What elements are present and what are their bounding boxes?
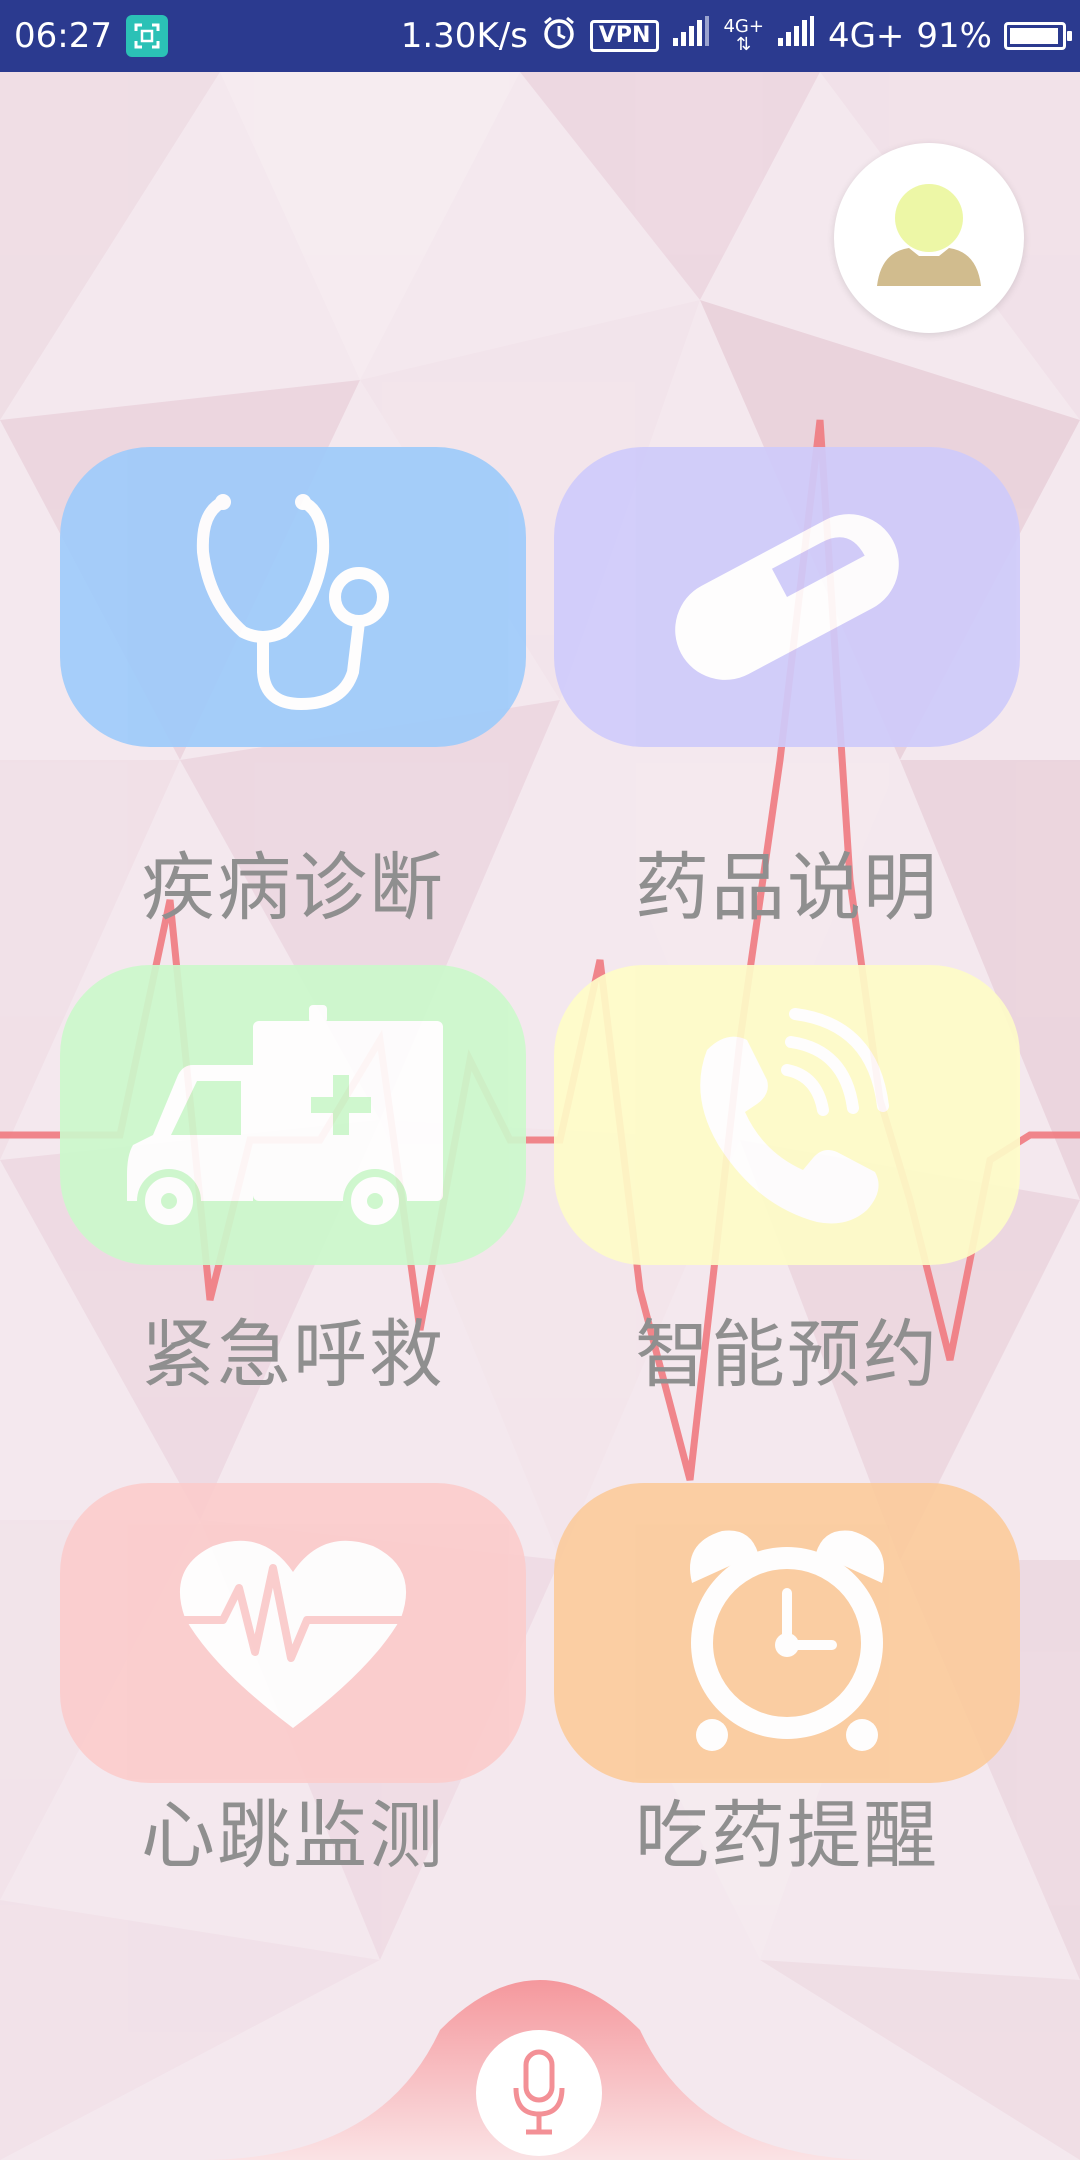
vpn-indicator: VPN: [589, 20, 660, 52]
alarm-icon: [540, 13, 578, 60]
network-speed: 1.30K/s: [400, 16, 528, 56]
status-bar: 06:27 1.30K/s VPN 4G+ ⇅ 4G+ 91%: [0, 0, 1080, 72]
tile-label-emergency-call: 紧急呼救: [141, 1312, 445, 1398]
signal-strength-icon: [671, 15, 711, 57]
screenshot-app-icon: [125, 15, 168, 57]
battery-percent: 91%: [916, 16, 992, 56]
pill-icon: [675, 514, 899, 680]
alarm-clock-icon: [690, 1530, 884, 1751]
tile-disease-diagnosis[interactable]: [60, 447, 526, 747]
tile-label-drug-instructions: 药品说明: [635, 845, 939, 931]
user-avatar-icon: [877, 184, 981, 286]
data-arrows-icon: ⇅: [736, 34, 752, 55]
microphone-icon: [513, 2049, 565, 2135]
tile-label-medication-reminder: 吃药提醒: [635, 1793, 939, 1879]
heartbeat-icon: [179, 1540, 407, 1728]
signal-strength-icon-2: [776, 15, 816, 57]
ambulance-icon: [127, 1005, 443, 1225]
tile-drug-instructions[interactable]: [554, 447, 1020, 747]
status-time: 06:27: [14, 16, 112, 56]
tile-medication-reminder[interactable]: [554, 1483, 1020, 1783]
tile-emergency-call[interactable]: [60, 965, 526, 1265]
user-avatar-button[interactable]: [834, 143, 1024, 333]
tile-label-heartbeat-monitor: 心跳监测: [141, 1793, 445, 1879]
tile-smart-appointment[interactable]: [554, 965, 1020, 1265]
network-type-indicator: 4G+ ⇅: [723, 18, 763, 54]
phone-icon: [700, 1008, 889, 1224]
battery-icon: [1004, 22, 1072, 50]
tile-heartbeat-monitor[interactable]: [60, 1483, 526, 1783]
tile-label-disease-diagnosis: 疾病诊断: [141, 845, 445, 931]
voice-input-button[interactable]: [476, 2030, 602, 2156]
network-type: 4G+: [827, 16, 905, 56]
stethoscope-icon: [196, 494, 389, 711]
tile-label-smart-appointment: 智能预约: [635, 1312, 939, 1398]
